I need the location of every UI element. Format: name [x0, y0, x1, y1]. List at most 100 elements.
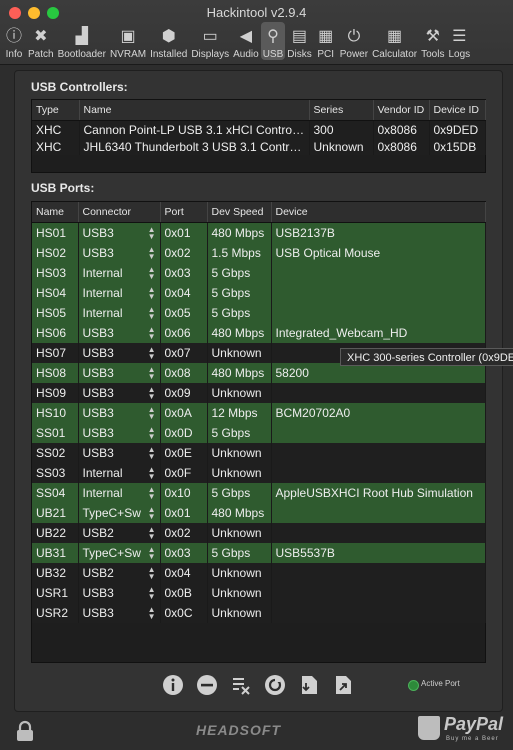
toolbar-tab-pci[interactable]: ▦ PCI [314, 22, 338, 60]
ports-column-header[interactable]: Port [160, 202, 208, 223]
port-connector-cell[interactable]: TypeC+Sw ▲ ▼ [78, 543, 161, 563]
popup-stepper-icon[interactable]: ▲ ▼ [148, 226, 156, 241]
refresh-button[interactable] [262, 672, 288, 698]
toolbar-tab-calculator[interactable]: ▦ Calculator [370, 22, 419, 60]
connector-value: TypeC+Sw [82, 506, 141, 520]
port-connector-cell[interactable]: Internal ▲ ▼ [78, 463, 161, 483]
port-row[interactable]: HS10 USB3 ▲ ▼ 0x0A 12 Mbps BCM20702A0 [32, 403, 486, 423]
controller-row[interactable]: XHC JHL6340 Thunderbolt 3 USB 3.1 Contro.… [32, 138, 486, 155]
connector-value: USB3 [82, 326, 114, 340]
port-connector-cell[interactable]: USB3 ▲ ▼ [78, 363, 161, 383]
popup-stepper-icon[interactable]: ▲ ▼ [148, 486, 156, 501]
popup-stepper-icon[interactable]: ▲ ▼ [148, 366, 156, 381]
popup-stepper-icon[interactable]: ▲ ▼ [148, 406, 156, 421]
port-row[interactable]: UB22 USB2 ▲ ▼ 0x02 Unknown [32, 523, 486, 543]
port-connector-cell[interactable]: USB3 ▲ ▼ [78, 222, 161, 243]
port-row[interactable]: HS04 Internal ▲ ▼ 0x04 5 Gbps [32, 283, 486, 303]
toolbar-tab-usb[interactable]: ⚲ USB [260, 22, 286, 60]
toolbar-tab-nvram[interactable]: ▣ NVRAM [108, 22, 148, 60]
port-row[interactable]: HS09 USB3 ▲ ▼ 0x09 Unknown [32, 383, 486, 403]
port-connector-cell[interactable]: Internal ▲ ▼ [78, 303, 161, 323]
port-row[interactable]: USR1 USB3 ▲ ▼ 0x0B Unknown [32, 583, 486, 603]
port-connector-cell[interactable]: Internal ▲ ▼ [78, 483, 161, 503]
popup-stepper-icon[interactable]: ▲ ▼ [148, 446, 156, 461]
controllers-column-header[interactable]: Series [309, 100, 374, 121]
port-connector-cell[interactable]: USB3 ▲ ▼ [78, 583, 161, 603]
port-connector-cell[interactable]: USB3 ▲ ▼ [78, 243, 161, 263]
port-connector-cell[interactable]: Internal ▲ ▼ [78, 263, 161, 283]
popup-stepper-icon[interactable]: ▲ ▼ [148, 606, 156, 621]
port-row[interactable]: HS01 USB3 ▲ ▼ 0x01 480 Mbps USB2137B [32, 222, 486, 243]
port-connector-cell[interactable]: USB3 ▲ ▼ [78, 423, 161, 443]
port-row[interactable]: USR2 USB3 ▲ ▼ 0x0C Unknown [32, 603, 486, 623]
chip-icon: ▣ [120, 28, 136, 45]
popup-stepper-icon[interactable]: ▲ ▼ [148, 526, 156, 541]
popup-stepper-icon[interactable]: ▲ ▼ [148, 466, 156, 481]
popup-stepper-icon[interactable]: ▲ ▼ [148, 326, 156, 341]
controllers-column-header[interactable]: Type [32, 100, 80, 121]
ports-column-header[interactable]: Name [32, 202, 79, 223]
port-name-cell: UB31 [32, 543, 79, 563]
port-row[interactable]: HS02 USB3 ▲ ▼ 0x02 1.5 Mbps USB Optical Mouse [32, 243, 486, 263]
popup-stepper-icon[interactable]: ▲ ▼ [148, 246, 156, 261]
toolbar-tab-info[interactable]: ⓘ Info [2, 22, 26, 60]
popup-stepper-icon[interactable]: ▲ ▼ [148, 426, 156, 441]
port-connector-cell[interactable]: USB3 ▲ ▼ [78, 343, 161, 363]
toolbar-tab-audio[interactable]: ◀ Audio [231, 22, 261, 60]
port-connector-cell[interactable]: USB3 ▲ ▼ [78, 323, 161, 343]
info-button[interactable] [160, 672, 186, 698]
popup-stepper-icon[interactable]: ▲ ▼ [148, 306, 156, 321]
port-speed-cell: Unknown [207, 383, 272, 403]
remove-button[interactable] [194, 672, 220, 698]
port-connector-cell[interactable]: Internal ▲ ▼ [78, 283, 161, 303]
lock-icon[interactable] [14, 720, 36, 742]
controller-row[interactable]: XHC Cannon Point-LP USB 3.1 xHCI Controll… [32, 120, 486, 138]
port-connector-cell[interactable]: USB3 ▲ ▼ [78, 383, 161, 403]
port-connector-cell[interactable]: USB2 ▲ ▼ [78, 563, 161, 583]
controllers-column-header[interactable]: Vendor ID [373, 100, 430, 121]
controller-cell: XHC [32, 120, 80, 138]
import-button[interactable] [296, 672, 322, 698]
port-connector-cell[interactable]: USB2 ▲ ▼ [78, 523, 161, 543]
toolbar-tab-displays[interactable]: ▭ Displays [189, 22, 231, 60]
toolbar-tab-bootloader[interactable]: ▟ Bootloader [56, 22, 108, 60]
toolbar-tab-power[interactable]: ⏻ Power [338, 22, 370, 60]
port-row[interactable]: SS04 Internal ▲ ▼ 0x10 5 Gbps AppleUSBXHCI Roo… [32, 483, 486, 503]
popup-stepper-icon[interactable]: ▲ ▼ [148, 266, 156, 281]
export-button[interactable] [330, 672, 356, 698]
toolbar-tab-installed[interactable]: ⬢ Installed [148, 22, 189, 60]
controller-cell: 0x8086 [373, 138, 430, 155]
popup-stepper-icon[interactable]: ▲ ▼ [148, 546, 156, 561]
port-row[interactable]: HS08 USB3 ▲ ▼ 0x08 480 Mbps 58200 [32, 363, 486, 383]
port-row[interactable]: SS03 Internal ▲ ▼ 0x0F Unknown [32, 463, 486, 483]
port-row[interactable]: HS03 Internal ▲ ▼ 0x03 5 Gbps [32, 263, 486, 283]
popup-stepper-icon[interactable]: ▲ ▼ [148, 346, 156, 361]
popup-stepper-icon[interactable]: ▲ ▼ [148, 586, 156, 601]
port-connector-cell[interactable]: USB3 ▲ ▼ [78, 443, 161, 463]
port-row[interactable]: UB31 TypeC+Sw ▲ ▼ 0x03 5 Gbps USB5537B [32, 543, 486, 563]
port-connector-cell[interactable]: USB3 ▲ ▼ [78, 403, 161, 423]
port-connector-cell[interactable]: USB3 ▲ ▼ [78, 603, 161, 623]
port-row[interactable]: HS05 Internal ▲ ▼ 0x05 5 Gbps [32, 303, 486, 323]
popup-stepper-icon[interactable]: ▲ ▼ [148, 506, 156, 521]
ports-column-header[interactable]: Device [271, 202, 486, 223]
port-row[interactable]: HS06 USB3 ▲ ▼ 0x06 480 Mbps Integrated_Webcam_… [32, 323, 486, 343]
ports-column-header[interactable]: Dev Speed [207, 202, 272, 223]
paypal-donate-button[interactable]: PayPal Buy me a Beer [418, 714, 508, 746]
toolbar-tab-disks[interactable]: ▤ Disks [285, 22, 313, 60]
port-row[interactable]: UB32 USB2 ▲ ▼ 0x04 Unknown [32, 563, 486, 583]
port-connector-cell[interactable]: TypeC+Sw ▲ ▼ [78, 503, 161, 523]
ports-column-header[interactable]: Connector [78, 202, 161, 223]
controllers-column-header[interactable]: Name [79, 100, 310, 121]
port-row[interactable]: SS01 USB3 ▲ ▼ 0x0D 5 Gbps [32, 423, 486, 443]
toolbar-tab-tools[interactable]: ⚒ Tools [419, 22, 446, 60]
port-row[interactable]: UB21 TypeC+Sw ▲ ▼ 0x01 480 Mbps [32, 503, 486, 523]
clear-button[interactable] [228, 672, 254, 698]
toolbar-tab-patch[interactable]: ✖ Patch [26, 22, 56, 60]
port-row[interactable]: SS02 USB3 ▲ ▼ 0x0E Unknown [32, 443, 486, 463]
popup-stepper-icon[interactable]: ▲ ▼ [148, 566, 156, 581]
popup-stepper-icon[interactable]: ▲ ▼ [148, 386, 156, 401]
toolbar-tab-logs[interactable]: ☰ Logs [446, 22, 472, 60]
controllers-column-header[interactable]: Device ID [429, 100, 486, 121]
popup-stepper-icon[interactable]: ▲ ▼ [148, 286, 156, 301]
